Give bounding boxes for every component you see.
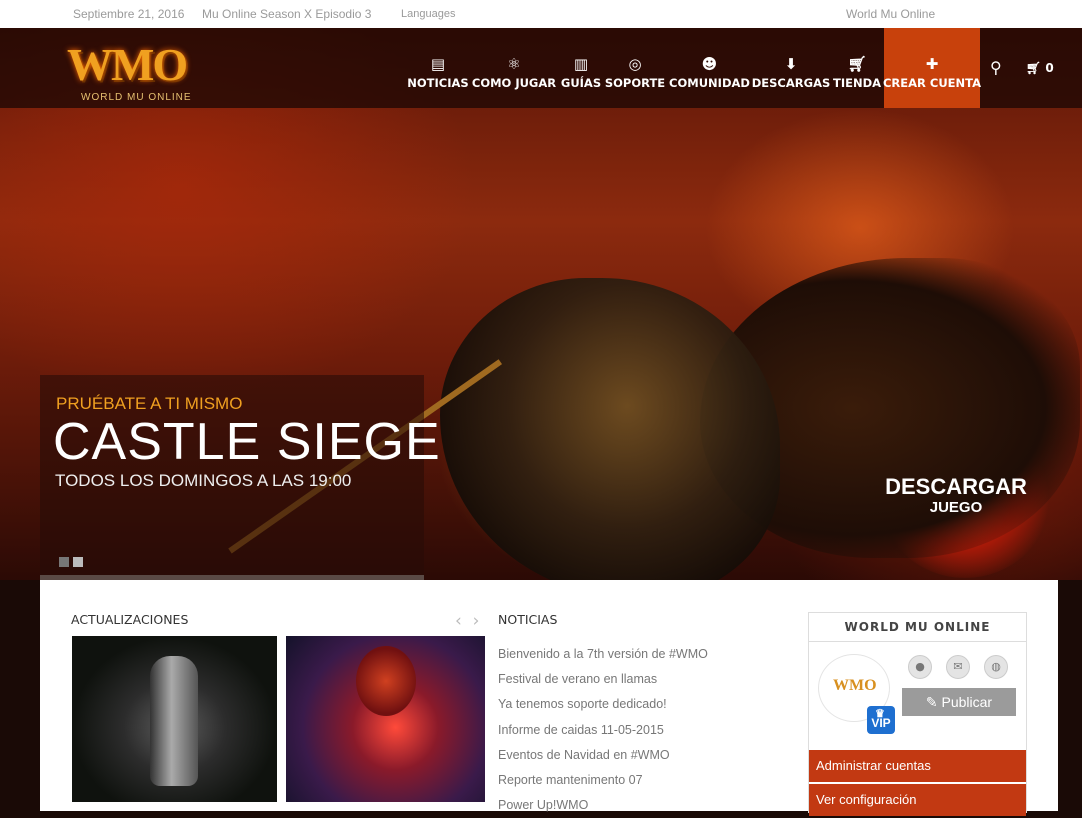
nav-label: COMUNIDAD: [669, 76, 750, 90]
updates-heading: ACTUALIZACIONES: [71, 612, 189, 627]
nav-tienda[interactable]: 🛒︎ TIENDA: [833, 28, 881, 108]
news-item[interactable]: Ya tenemos soporte dedicado!: [498, 692, 708, 717]
nav-como-jugar[interactable]: ⚛ COMO JUGAR: [471, 28, 557, 108]
nav-comunidad[interactable]: ☻ COMUNIDAD: [669, 28, 750, 108]
slider-dot-2[interactable]: [73, 557, 83, 567]
user-icon[interactable]: ●: [908, 655, 932, 679]
add-user-icon: ✚: [925, 55, 939, 73]
globe-icon[interactable]: ◍: [984, 655, 1008, 679]
envelope-icon[interactable]: ✉: [946, 655, 970, 679]
slide-subtitle: TODOS LOS DOMINGOS A LAS 19:00: [55, 471, 352, 490]
edit-icon: ✎: [925, 694, 938, 710]
atom-icon: ⚛: [507, 55, 521, 73]
logo-text: WMO: [67, 39, 188, 90]
columns-icon: ▥: [573, 55, 589, 73]
view-settings-button[interactable]: Ver configuración: [809, 784, 1026, 816]
top-bar: Septiembre 21, 2016 Mu Online Season X E…: [0, 0, 1082, 28]
news-heading: NOTICIAS: [498, 612, 558, 627]
nav-soporte[interactable]: ◎ SOPORTE: [605, 28, 665, 108]
update-thumbnail-1[interactable]: [72, 636, 277, 802]
shopping-cart-icon: 🛒︎: [847, 55, 867, 73]
date-text: Septiembre 21, 2016: [73, 7, 185, 21]
newspaper-icon: ▤: [430, 55, 446, 73]
season-text: Mu Online Season X Episodio 3: [202, 7, 372, 21]
download-line1: DESCARGAR: [885, 474, 1027, 499]
updates-carousel-arrows: ‹ ›: [455, 611, 479, 631]
site-name-link[interactable]: World Mu Online: [846, 7, 935, 21]
cart-button[interactable]: 🛒︎ 0: [1026, 61, 1054, 75]
nav-descargas[interactable]: ⬇ DESCARGAS: [751, 28, 831, 108]
nav-label: CREAR CUENTA: [882, 76, 982, 90]
lifebuoy-icon: ◎: [628, 55, 642, 73]
chevron-left-icon[interactable]: ‹: [455, 611, 462, 631]
download-line2: JUEGO: [929, 499, 983, 516]
widget-title: WORLD MU ONLINE: [809, 613, 1026, 642]
armor-figure-image: [150, 656, 198, 786]
languages-link[interactable]: Languages: [401, 8, 455, 20]
download-icon: ⬇: [784, 55, 798, 73]
manage-accounts-button[interactable]: Administrar cuentas: [809, 750, 1026, 782]
slide-kicker: PRUÉBATE A TI MISMO: [56, 394, 243, 413]
nav-label: DESCARGAS: [751, 76, 831, 90]
download-game-button[interactable]: DESCARGAR JUEGO: [880, 474, 1032, 516]
news-item[interactable]: Bienvenido a la 7th versión de #WMO: [498, 642, 708, 667]
vip-badge: VIP: [867, 697, 895, 734]
search-icon[interactable]: ⚲: [990, 58, 1002, 77]
news-item[interactable]: Power Up!WMO: [498, 793, 708, 818]
news-item[interactable]: Festival de verano en llamas: [498, 667, 708, 692]
publish-button[interactable]: ✎ Publicar: [902, 688, 1016, 716]
avatar-logo-text: WMO: [833, 677, 877, 694]
nav-label: GUÍAS: [560, 76, 602, 90]
nav-crear-cuenta[interactable]: ✚ CREAR CUENTA: [882, 28, 982, 108]
slider-dot-1[interactable]: [59, 557, 69, 567]
nav-label: COMO JUGAR: [471, 76, 557, 90]
nav-noticias[interactable]: ▤ NOTICIAS: [407, 28, 469, 108]
publish-label: Publicar: [941, 694, 993, 710]
nav-guias[interactable]: ▥ GUÍAS: [560, 28, 602, 108]
chevron-right-icon[interactable]: ›: [473, 611, 480, 631]
cart-icon: 🛒︎: [1026, 61, 1042, 75]
nav-label: SOPORTE: [604, 76, 666, 90]
warrior-figure-image: [356, 646, 416, 716]
nav-label: NOTICIAS: [407, 76, 469, 90]
news-item[interactable]: Informe de caidas 11-05-2015: [498, 718, 708, 743]
slider-dots: [59, 552, 87, 571]
logo-subtitle: WORLD MU ONLINE: [81, 92, 192, 103]
update-thumbnail-2[interactable]: [286, 636, 485, 802]
news-item[interactable]: Reporte mantenimento 07: [498, 768, 708, 793]
slide-title: CASTLE SIEGE: [53, 413, 441, 471]
news-list: Bienvenido a la 7th versión de #WMO Fest…: [498, 642, 708, 818]
news-item[interactable]: Eventos de Navidad en #WMO: [498, 743, 708, 768]
cart-count: 0: [1045, 61, 1054, 75]
nav-label: TIENDA: [832, 76, 882, 90]
users-icon: ☻: [701, 55, 718, 73]
hero-knight-art: [440, 278, 780, 580]
main-navbar: WMO WORLD MU ONLINE ▤ NOTICIAS ⚛ COMO JU…: [0, 28, 1082, 108]
site-logo[interactable]: WMO WORLD MU ONLINE: [55, 36, 220, 106]
